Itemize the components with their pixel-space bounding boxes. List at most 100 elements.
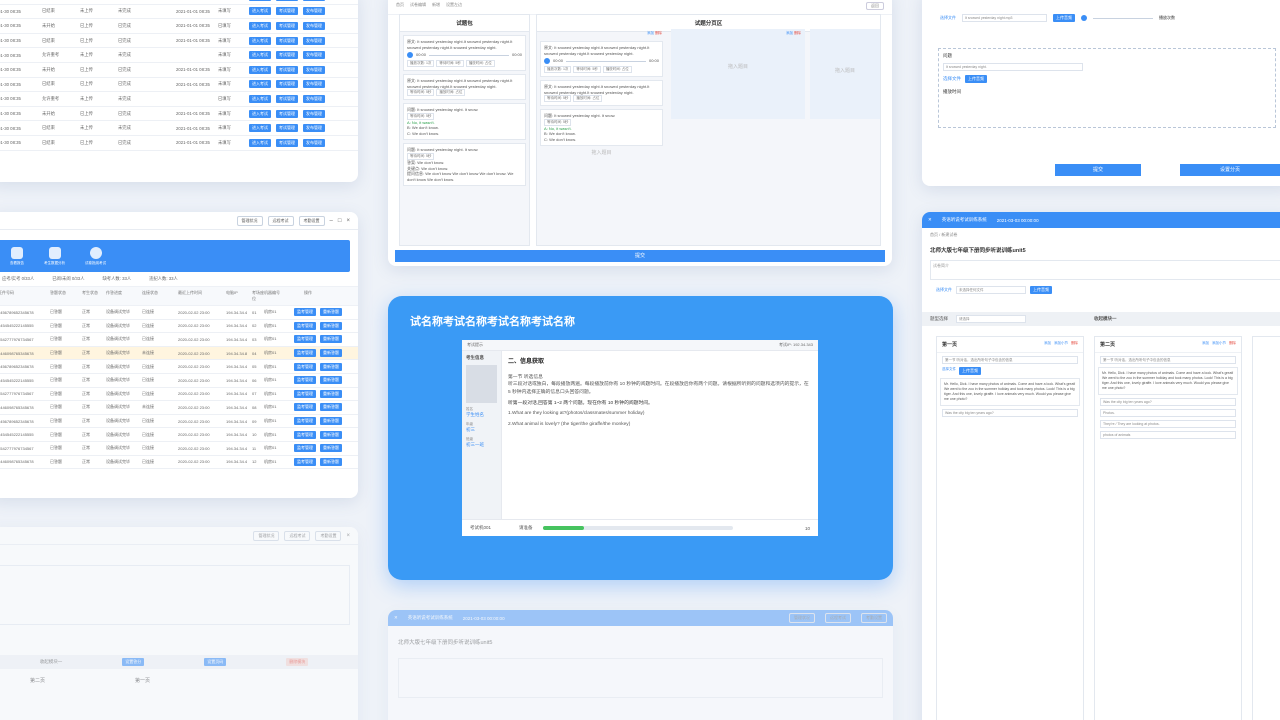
publish-manage-button[interactable]: 发布管理 [303, 109, 325, 118]
upload-audio-button[interactable]: 上传音频 [965, 75, 987, 83]
publish-manage-button[interactable]: 发布管理 [303, 80, 325, 89]
reanswer-button[interactable]: 重新答题 [320, 321, 342, 330]
minimize-icon[interactable]: – [330, 218, 333, 224]
dialogue-text[interactable]: Mr. Hello, Dick. I have many photos of a… [1098, 367, 1238, 395]
question-field[interactable]: It snowed yesterday night. [943, 63, 1083, 71]
enter-exam-button[interactable]: 进入考试 [249, 138, 271, 147]
delete-link[interactable]: 删除 [794, 31, 801, 35]
reanswer-button[interactable]: 重新答题 [320, 457, 342, 466]
question-field[interactable]: Was the city big ten years ago? [1100, 397, 1236, 406]
delete-link[interactable]: 删除 [1071, 341, 1078, 348]
choose-file-button[interactable]: 选择文件 [936, 287, 952, 293]
publish-manage-button[interactable]: 发布管理 [303, 36, 325, 45]
delete-link[interactable]: 删除 [655, 31, 662, 35]
publish-manage-button[interactable]: 发布管理 [303, 138, 325, 147]
question-card[interactable]: 原文: It snowed yesterday night.It snowed … [540, 41, 663, 78]
play-icon[interactable] [407, 52, 413, 59]
status-button[interactable]: 管理状况 [253, 530, 280, 541]
attendance-button[interactable]: 考勤设置 [298, 215, 325, 226]
dialogue-text[interactable]: Mr. Hello, Dick. I have many photos of a… [940, 378, 1080, 406]
proctor-button[interactable]: 监考管理 [294, 376, 316, 385]
reanswer-button[interactable]: 重新答题 [320, 403, 342, 412]
question-card[interactable]: 问题: It snowed yesterday night. It snow. … [403, 103, 526, 141]
set-score-button[interactable]: 设置答分 [122, 658, 145, 666]
exam-manage-button[interactable]: 考试管理 [276, 65, 298, 74]
add-link[interactable]: 添加 [1202, 341, 1209, 348]
set-page-button[interactable]: 设置分页 [1180, 164, 1280, 176]
answer-field[interactable]: Photos. [1100, 408, 1236, 417]
proctor-button[interactable]: 监考管理 [294, 417, 316, 426]
enter-exam-button[interactable]: 进入考试 [249, 80, 271, 89]
submit-button[interactable]: 提交 [1055, 164, 1141, 176]
proctor-button[interactable]: 监考管理 [294, 457, 316, 466]
exam-manage-button[interactable]: 考试管理 [276, 7, 298, 16]
question-card[interactable]: 原文: It snowed yesterday night.It snowed … [540, 80, 663, 107]
exam-manage-button[interactable]: 考试管理 [276, 124, 298, 133]
upload-audio-button[interactable]: 上传音频 [1030, 286, 1052, 294]
question-field[interactable]: Was the city big ten years ago? [942, 408, 1078, 417]
reanswer-button[interactable]: 重新答题 [320, 430, 342, 439]
enter-exam-button[interactable]: 进入考试 [249, 21, 271, 30]
add-section-link[interactable]: 添加小节 [1054, 341, 1068, 348]
close-icon[interactable]: × [346, 533, 350, 539]
crumb-edit[interactable]: 试卷编辑 [410, 2, 426, 10]
choose-file-button[interactable]: 选择文件 [942, 367, 956, 375]
reanswer-button[interactable]: 重新答题 [320, 444, 342, 453]
audio-player[interactable]: 00:00 00:00 [407, 52, 522, 59]
upload-audio-button[interactable]: 上传音频 [959, 367, 981, 375]
reanswer-button[interactable]: 重新答题 [320, 376, 342, 385]
publish-manage-button[interactable]: 发布管理 [303, 94, 325, 103]
type-select[interactable]: 请选择 [956, 315, 1026, 323]
maximize-icon[interactable]: □ [338, 218, 342, 224]
proctor-button[interactable]: 监考管理 [294, 335, 316, 344]
audio-player[interactable]: 00:00 00:00 [544, 58, 659, 65]
close-icon[interactable]: × [346, 218, 350, 224]
proctor-button[interactable]: 监考管理 [294, 362, 316, 371]
set-page-button[interactable]: 设置页码 [204, 658, 227, 666]
audio-progress[interactable] [566, 60, 646, 62]
enter-exam-button[interactable]: 进入考试 [249, 36, 271, 45]
reanswer-button[interactable]: 重新答题 [320, 308, 342, 317]
answer-field[interactable]: They're / They are looking at photos. [1100, 419, 1236, 428]
drop-zone[interactable]: 拖入题目 [537, 149, 666, 156]
publish-manage-button[interactable]: 发布管理 [303, 21, 325, 30]
exam-manage-button[interactable]: 考试管理 [276, 51, 298, 60]
collapse-module[interactable]: 收起模块一 [40, 659, 63, 665]
file-field[interactable]: 未选择任何文件 [956, 286, 1026, 294]
reanswer-button[interactable]: 重新答题 [320, 389, 342, 398]
add-link[interactable]: 添加 [1044, 341, 1051, 348]
reanswer-button[interactable]: 重新答题 [320, 335, 342, 344]
question-card[interactable]: 问题: It snowed yesterday night. It snow. … [403, 143, 526, 187]
enter-exam-button[interactable]: 进入考试 [249, 0, 271, 1]
remote-exam-button[interactable]: 远程考试 [284, 530, 311, 541]
publish-manage-button[interactable]: 发布管理 [303, 124, 325, 133]
collapse-module[interactable]: 收起模块一 [1094, 316, 1117, 322]
enter-exam-button[interactable]: 进入考试 [249, 124, 271, 133]
drop-zone[interactable]: 拖入题目 [810, 67, 880, 74]
play-icon[interactable] [1081, 15, 1087, 21]
play-icon[interactable] [544, 58, 550, 65]
exam-manage-button[interactable]: 考试管理 [276, 109, 298, 118]
exam-manage-button[interactable]: 考试管理 [276, 21, 298, 30]
enter-exam-button[interactable]: 进入考试 [249, 94, 271, 103]
proctor-button[interactable]: 监考管理 [294, 321, 316, 330]
status-button[interactable]: 管理状况 [789, 613, 815, 623]
crumb-new[interactable]: 新增 [432, 2, 440, 10]
publish-manage-button[interactable]: 发布管理 [303, 65, 325, 74]
analysis-shortcut[interactable]: 考生数据分析 [44, 246, 65, 266]
proctor-button[interactable]: 监考管理 [294, 349, 316, 358]
upload-audio-button[interactable]: 上传音频 [1053, 14, 1075, 22]
question-card[interactable]: 原文: It snowed yesterday night.It snowed … [403, 74, 526, 101]
proctor-button[interactable]: 监考管理 [294, 403, 316, 412]
remote-exam-button[interactable]: 远程考试 [825, 613, 851, 623]
proctor-button[interactable]: 监考管理 [294, 389, 316, 398]
choose-file-button[interactable]: 选择文件 [943, 76, 961, 82]
audio-file-field[interactable]: It snowed yesterday night.mp3 [962, 14, 1047, 22]
exam-manage-button[interactable]: 考试管理 [276, 138, 298, 147]
paper-description[interactable] [398, 658, 883, 698]
exam-manage-button[interactable]: 考试管理 [276, 0, 298, 1]
grading-shortcut[interactable]: 试卷批阅考试 [85, 246, 106, 266]
exam-manage-button[interactable]: 考试管理 [276, 94, 298, 103]
add-link[interactable]: 添加 [786, 31, 793, 35]
delete-module-button[interactable]: 删除模块 [286, 658, 309, 666]
